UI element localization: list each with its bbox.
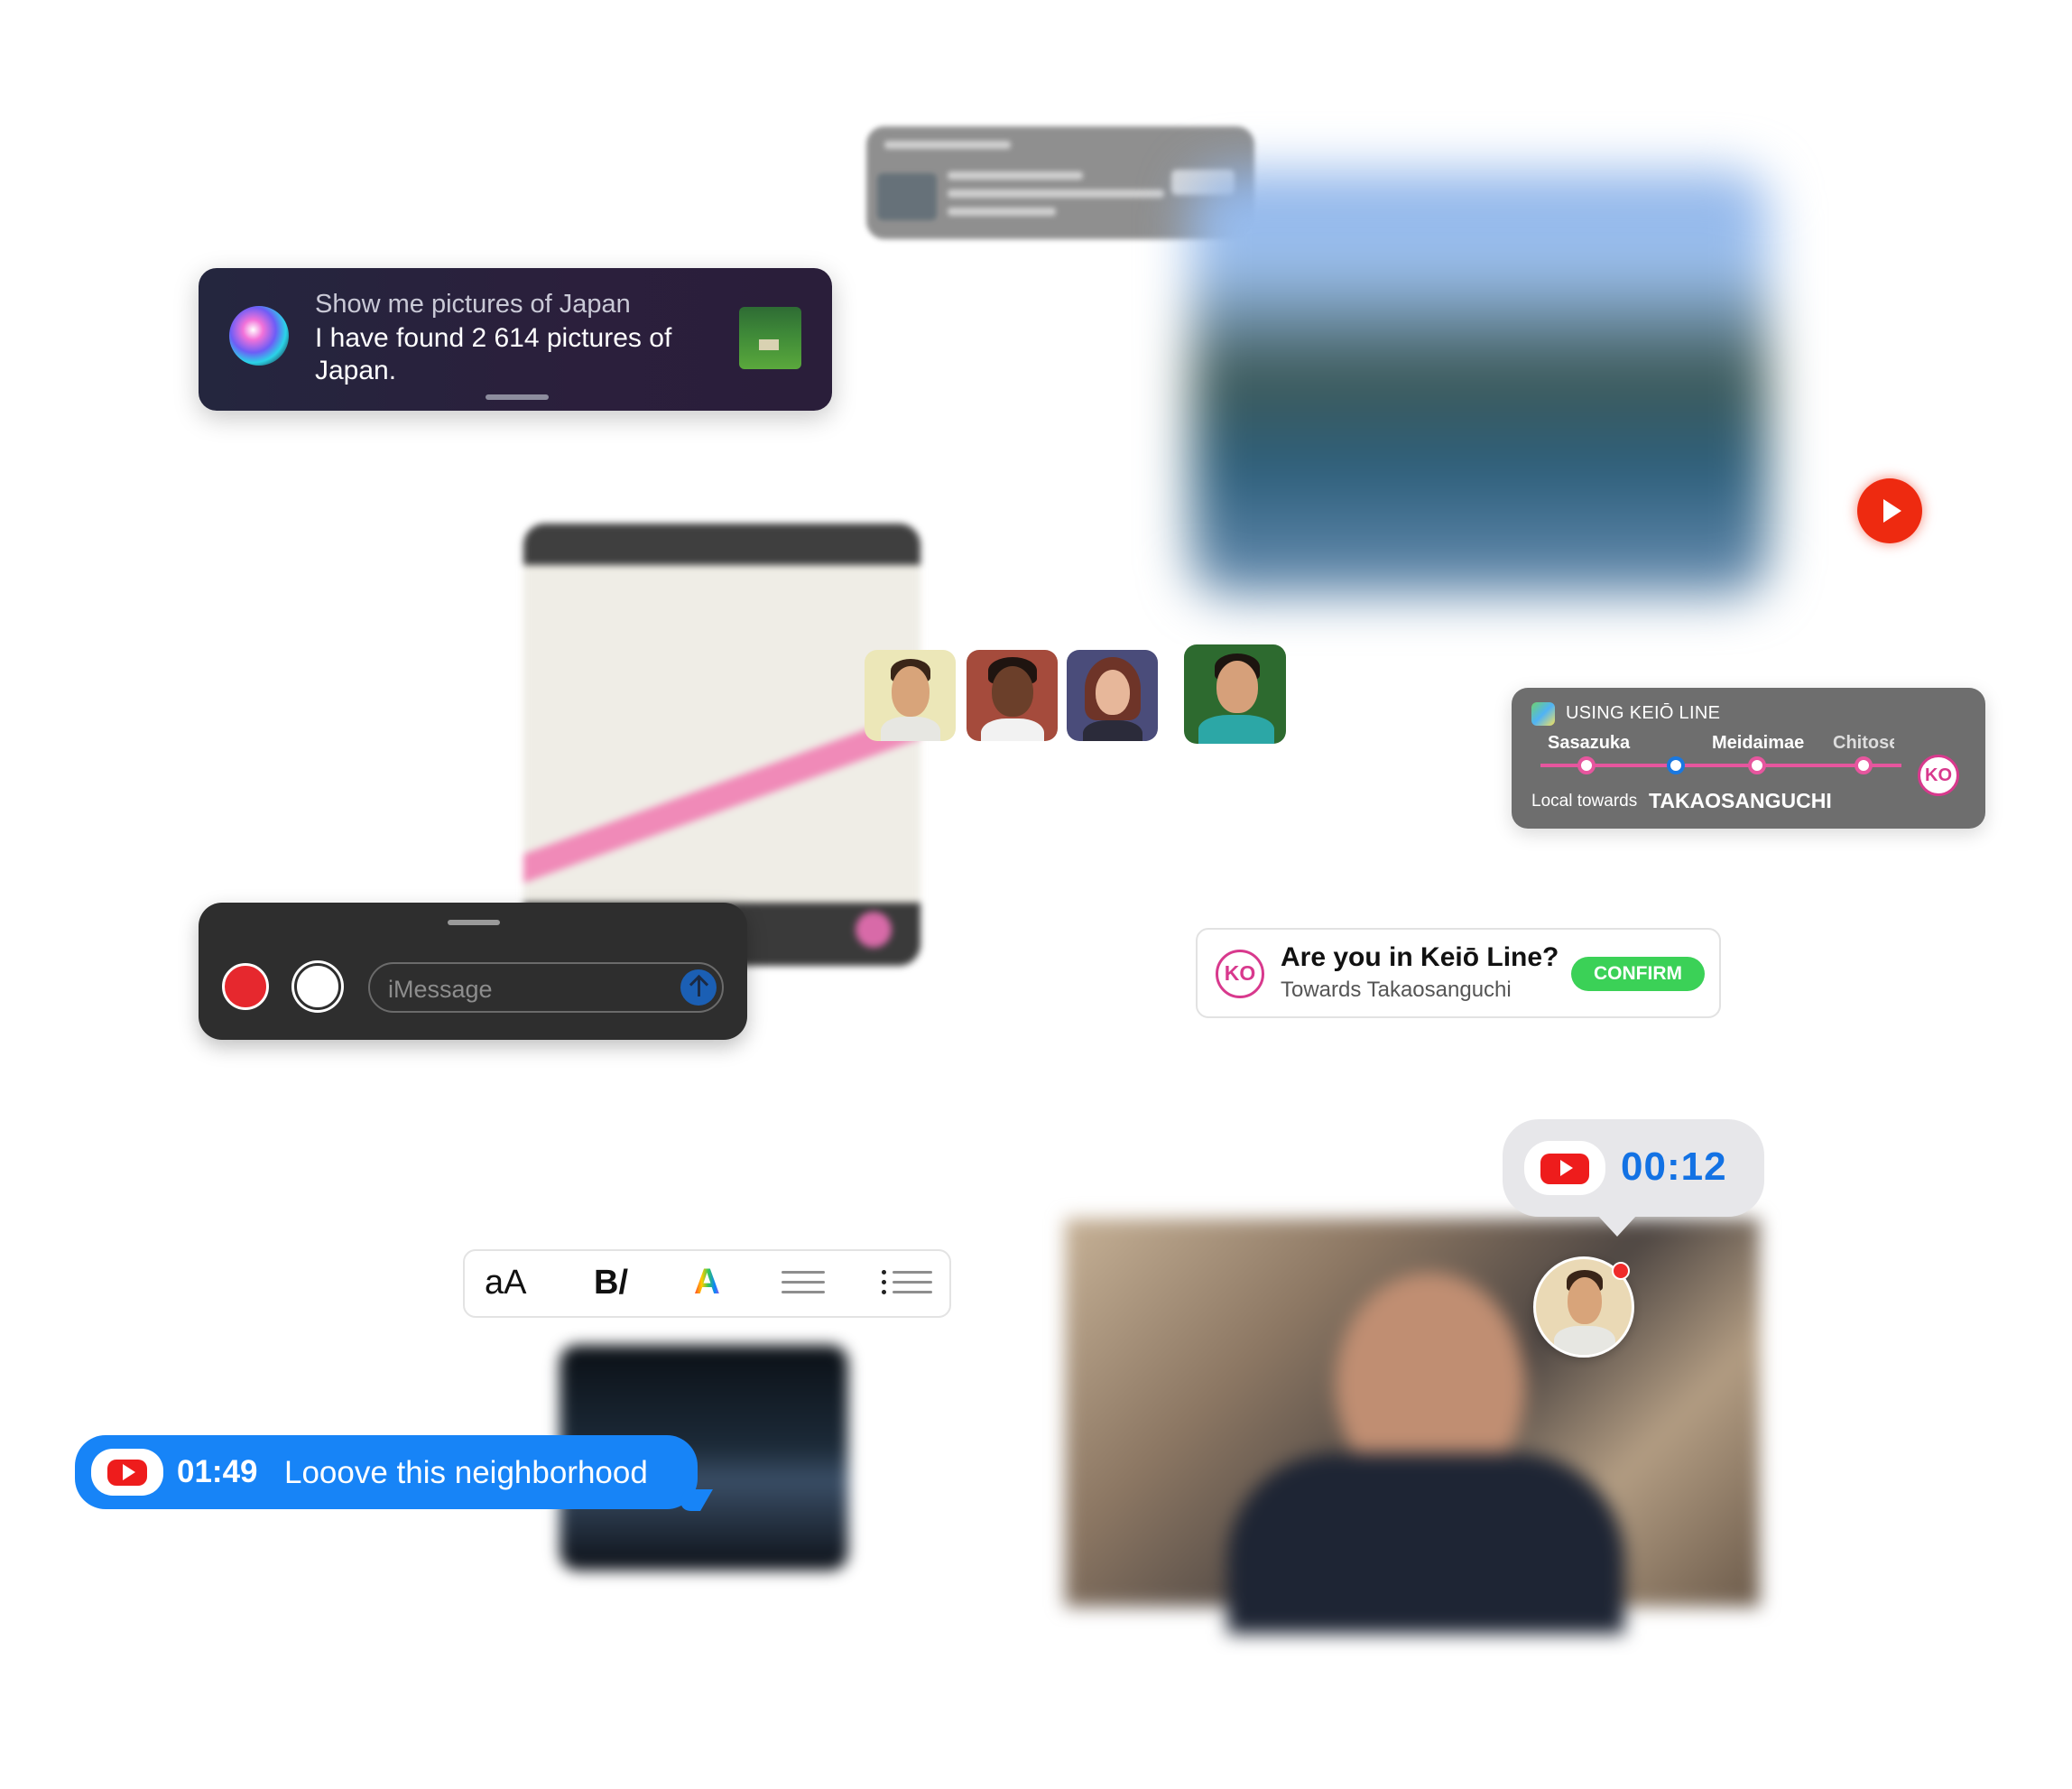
contact-avatar[interactable] — [1067, 650, 1158, 741]
station-dot — [1577, 756, 1596, 774]
message-text: Looove this neighborhood — [284, 1455, 648, 1490]
blurred-photo-panel — [1191, 171, 1769, 596]
video-timestamp: 01:49 — [177, 1454, 258, 1489]
message-bubble[interactable]: 01:49 Looove this neighborhood — [75, 1435, 713, 1511]
recording-indicator — [1612, 1262, 1630, 1280]
bold-italic-button[interactable]: B/ — [594, 1264, 628, 1302]
siri-orb-icon — [229, 306, 289, 366]
transit-title: USING KEIŌ LINE — [1566, 703, 1721, 723]
record-button[interactable] — [222, 963, 269, 1010]
station-dot — [1855, 756, 1873, 774]
timer-label: 00:12 — [1621, 1145, 1727, 1189]
transit-widget[interactable]: USING KEIŌ LINE Sasazuka Meidaimae Chito… — [1512, 688, 1985, 829]
confirm-button[interactable]: CONFIRM — [1571, 957, 1705, 991]
station-dot — [1748, 756, 1766, 774]
play-button[interactable] — [1857, 478, 1922, 543]
station-label: Chitose — [1833, 733, 1894, 753]
japan-photo-thumbnail[interactable] — [739, 307, 801, 369]
send-arrow-head — [689, 974, 709, 995]
message-input[interactable]: iMessage — [368, 962, 724, 1013]
imessage-compose-bar: iMessage — [199, 903, 747, 1040]
text-size-button[interactable]: aA — [485, 1264, 526, 1302]
video-timestamp-popover[interactable]: 00:12 — [1503, 1119, 1764, 1237]
station-label: Meidaimae — [1712, 733, 1805, 753]
confirm-question: Are you in Keiō Line? — [1281, 942, 1559, 972]
siri-query: Show me pictures of Japan — [315, 290, 631, 319]
capture-button[interactable] — [294, 963, 341, 1010]
destination-label: TAKAOSANGUCHI — [1649, 789, 1832, 812]
maps-app-icon — [1531, 702, 1555, 726]
siri-result-card[interactable]: Show me pictures of Japan I have found 2… — [199, 268, 832, 411]
youtube-icon — [1524, 1141, 1605, 1195]
current-station-dot — [1667, 756, 1685, 774]
text-format-toolbar: aA B/ A — [463, 1249, 951, 1318]
bullet-list-icon[interactable] — [882, 1270, 932, 1301]
line-confirm-card[interactable]: KO Are you in Keiō Line? Towards Takaosa… — [1196, 928, 1721, 1018]
drag-handle[interactable] — [448, 920, 500, 925]
direction-label: Local towards — [1531, 792, 1638, 811]
confirm-subtitle: Towards Takaosanguchi — [1281, 978, 1512, 1002]
youtube-icon — [91, 1449, 163, 1496]
send-button[interactable] — [680, 969, 717, 1006]
blurred-video-call — [1065, 1219, 1760, 1634]
play-icon — [1883, 499, 1901, 523]
message-placeholder: iMessage — [388, 976, 493, 1003]
card-handle[interactable] — [486, 394, 549, 400]
siri-answer: I have found 2 614 pictures of Japan. — [315, 323, 672, 385]
popover-tail — [1597, 1215, 1637, 1237]
blurred-map-panel — [523, 524, 920, 966]
align-icon[interactable] — [782, 1271, 825, 1301]
station-label: Sasazuka — [1548, 733, 1631, 753]
contact-avatar[interactable] — [865, 650, 956, 741]
contact-avatar[interactable] — [1184, 644, 1286, 744]
keio-line-badge: KO — [1918, 755, 1959, 796]
text-color-button[interactable]: A — [694, 1262, 720, 1302]
keio-line-badge: KO — [1216, 950, 1264, 998]
contact-avatar[interactable] — [967, 650, 1058, 741]
